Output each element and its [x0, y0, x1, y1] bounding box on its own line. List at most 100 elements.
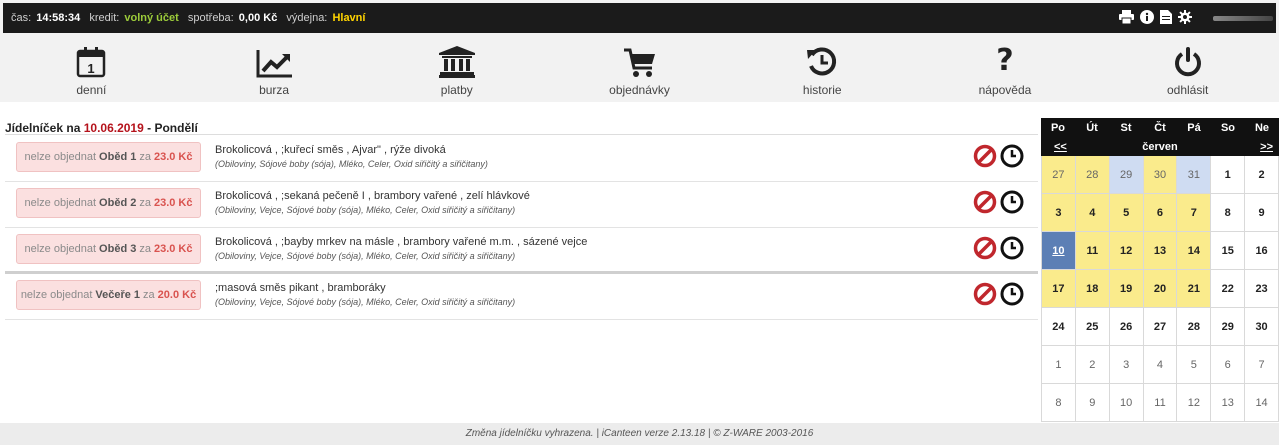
calendar-day[interactable]: 25	[1075, 308, 1109, 345]
calendar-day[interactable]: 21	[1177, 270, 1211, 307]
dish-description: Brokolicová , ;bayby mrkev na másle , br…	[215, 236, 588, 248]
calendar-day[interactable]: 26	[1109, 308, 1143, 345]
calendar-day[interactable]: 2	[1245, 156, 1278, 193]
nav-burza[interactable]: burza	[183, 36, 366, 102]
calendar-day[interactable]: 14	[1177, 232, 1211, 269]
document-icon[interactable]	[1160, 10, 1172, 24]
calendar-day[interactable]: 6	[1211, 346, 1245, 383]
status-bar: čas: 14:58:34 kredit: volný účet spotřeb…	[3, 3, 1276, 33]
calendar-day[interactable]: 13	[1211, 384, 1245, 421]
not-allowed-icon	[973, 144, 997, 171]
calendar-day[interactable]: 8	[1042, 384, 1075, 421]
calendar-day[interactable]: 30	[1143, 156, 1177, 193]
order-button[interactable]: nelze objednat Večeře 1 za 20.0 Kč	[16, 280, 201, 310]
calendar-day[interactable]: 23	[1245, 270, 1278, 307]
nav-label-odhlasit: odhlásit	[1166, 83, 1209, 97]
calendar-day[interactable]: 27	[1042, 156, 1075, 193]
not-allowed-icon	[973, 236, 997, 263]
calendar-day[interactable]: 14	[1245, 384, 1278, 421]
order-button[interactable]: nelze objednat Oběd 2 za 23.0 Kč	[16, 188, 201, 218]
calendar-day[interactable]: 7	[1177, 194, 1211, 231]
row-actions	[973, 190, 1024, 217]
nav-denni[interactable]: 1 denní	[0, 36, 183, 102]
order-prefix: nelze objednat	[24, 151, 97, 163]
title-divider	[5, 134, 1038, 135]
user-name-bar[interactable]	[1213, 16, 1273, 21]
nav-odhlasit[interactable]: odhlásit	[1096, 36, 1279, 102]
calendar-day[interactable]: 8	[1211, 194, 1245, 231]
order-button[interactable]: nelze objednat Oběd 3 za 23.0 Kč	[16, 234, 201, 264]
order-za: za	[139, 243, 151, 255]
row-actions	[973, 282, 1024, 309]
title-day: - Pondělí	[147, 121, 198, 135]
calendar-day[interactable]: 1	[1211, 156, 1245, 193]
calendar-day[interactable]: 12	[1177, 384, 1211, 421]
footer: Změna jídelníčku vyhrazena. | iCanteen v…	[0, 423, 1279, 445]
calendar-day[interactable]: 3	[1109, 346, 1143, 383]
meal-price: 23.0 Kč	[153, 243, 193, 255]
nav-napoveda[interactable]: ? nápověda	[914, 36, 1097, 102]
calendar-day[interactable]: 4	[1075, 194, 1109, 231]
calendar-day-selected[interactable]: 10	[1042, 232, 1075, 269]
calendar-day[interactable]: 28	[1177, 308, 1211, 345]
calendar-day[interactable]: 4	[1143, 346, 1177, 383]
order-button[interactable]: nelze objednat Oběd 1 za 23.0 Kč	[16, 142, 201, 172]
calendar-day[interactable]: 19	[1109, 270, 1143, 307]
calendar-day[interactable]: 24	[1042, 308, 1075, 345]
top-bar: čas: 14:58:34 kredit: volný účet spotřeb…	[0, 0, 1279, 36]
nav-label-napoveda: nápověda	[978, 83, 1032, 97]
allergens-text: (Obiloviny, Vejce, Sójové boby (sója), M…	[215, 297, 516, 307]
meal-name: Oběd 1	[99, 151, 137, 163]
calendar-day[interactable]: 7	[1245, 346, 1278, 383]
calendar-day[interactable]: 29	[1109, 156, 1143, 193]
menu-list: nelze objednat Oběd 1 za 23.0 Kč Brokoli…	[5, 136, 1038, 320]
calendar-day[interactable]: 3	[1042, 194, 1075, 231]
calendar-day[interactable]: 2	[1075, 346, 1109, 383]
bank-icon	[438, 44, 475, 78]
calendar: Po Út St Čt Pá So Ne << červen >> 27 28 …	[1041, 118, 1279, 422]
calendar-day[interactable]: 22	[1211, 270, 1245, 307]
calendar-day[interactable]: 18	[1075, 270, 1109, 307]
nav-label-historie: historie	[802, 83, 842, 97]
calendar-day[interactable]: 27	[1143, 308, 1177, 345]
time-label: čas:	[11, 12, 32, 24]
month-name: červen	[1142, 141, 1178, 153]
chart-icon	[256, 44, 293, 78]
calendar-day[interactable]: 9	[1075, 384, 1109, 421]
print-icon[interactable]	[1119, 10, 1134, 24]
meal-price: 20.0 Kč	[157, 289, 197, 301]
nav-platby[interactable]: platby	[365, 36, 548, 102]
calendar-day[interactable]: 28	[1075, 156, 1109, 193]
page-title: Jídelníček na 10.06.2019 - Pondělí	[5, 121, 198, 135]
next-month-link[interactable]: >>	[1260, 141, 1273, 153]
calendar-day[interactable]: 5	[1177, 346, 1211, 383]
weekday: Út	[1086, 122, 1098, 134]
gear-icon[interactable]	[1178, 10, 1192, 24]
calendar-day[interactable]: 11	[1143, 384, 1177, 421]
dish-description: Brokolicová , ;sekaná pečeně I , brambor…	[215, 190, 530, 202]
nav-objednavky[interactable]: objednávky	[548, 36, 731, 102]
calendar-day[interactable]: 31	[1177, 156, 1211, 193]
calendar-day[interactable]: 1	[1042, 346, 1075, 383]
calendar-day[interactable]: 9	[1245, 194, 1278, 231]
calendar-day[interactable]: 17	[1042, 270, 1075, 307]
nav-historie[interactable]: historie	[731, 36, 914, 102]
calendar-day[interactable]: 10	[1109, 384, 1143, 421]
credit-label: kredit:	[89, 12, 120, 24]
calendar-day[interactable]: 11	[1075, 232, 1109, 269]
calendar-day[interactable]: 15	[1211, 232, 1245, 269]
calendar-day[interactable]: 6	[1143, 194, 1177, 231]
calendar-day[interactable]: 16	[1245, 232, 1278, 269]
calendar-day[interactable]: 30	[1245, 308, 1278, 345]
row-actions	[973, 144, 1024, 171]
row-actions	[973, 236, 1024, 263]
calendar-day[interactable]: 5	[1109, 194, 1143, 231]
allergens-text: (Obiloviny, Vejce, Sójové boby (sója), M…	[215, 205, 516, 215]
order-prefix: nelze objednat	[20, 289, 93, 301]
calendar-day[interactable]: 12	[1109, 232, 1143, 269]
canteen-value: Hlavní	[332, 12, 366, 24]
calendar-day[interactable]: 13	[1143, 232, 1177, 269]
info-icon[interactable]	[1140, 10, 1154, 24]
calendar-day[interactable]: 20	[1143, 270, 1177, 307]
calendar-day[interactable]: 29	[1211, 308, 1245, 345]
